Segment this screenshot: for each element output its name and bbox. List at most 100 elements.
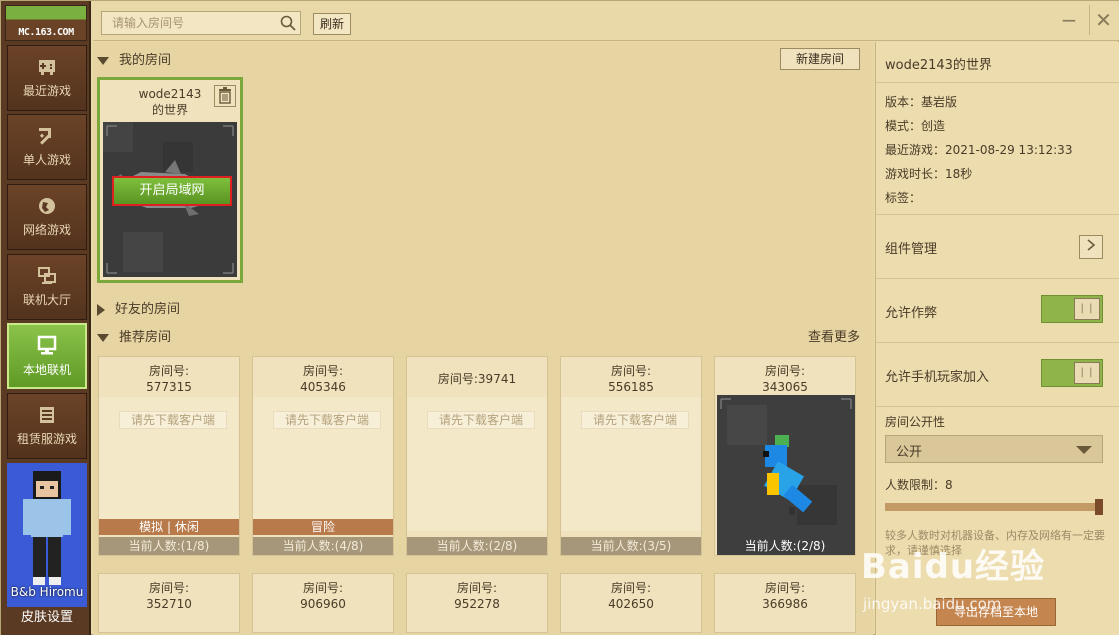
network-icon	[35, 265, 59, 287]
chevron-right-icon[interactable]	[1079, 235, 1103, 259]
player-count: 当前人数:(3/5)	[561, 537, 701, 555]
visibility-value: 公开	[896, 445, 923, 460]
player-count: 当前人数:(4/8)	[253, 537, 393, 555]
search-box	[101, 11, 301, 35]
sidebar-item-rental-server[interactable]: 租赁服游戏	[7, 393, 87, 459]
room-id: 房间号:39741	[437, 372, 517, 386]
download-client-hint: 请先下载客户端	[273, 411, 381, 429]
export-save-button[interactable]: 导出存档至本地	[936, 598, 1056, 626]
section-title: 推荐房间	[119, 330, 172, 345]
player-limit-label: 人数限制：8	[885, 478, 953, 492]
app-window: MC.163.COM 最近游戏 单人游戏 网络游戏 联机大厅 本地联机 租赁服游…	[0, 0, 1119, 635]
room-tag: 模拟 | 休闲	[99, 519, 239, 535]
sidebar-item-single-player[interactable]: 单人游戏	[7, 114, 87, 180]
globe-icon	[35, 195, 59, 217]
gamepad-icon	[35, 56, 59, 78]
room-card[interactable]: 房间号: 556185 请先下载客户端 当前人数:(3/5)	[560, 356, 702, 556]
divider	[876, 278, 1119, 279]
divider	[876, 214, 1119, 215]
sidebar-item-local-lan[interactable]: 本地联机	[7, 323, 87, 389]
download-client-hint: 请先下载客户端	[427, 411, 535, 429]
new-room-button[interactable]: 新建房间	[780, 48, 860, 70]
monitor-icon	[35, 335, 59, 357]
download-client-hint: 请先下载客户端	[119, 411, 227, 429]
room-card[interactable]: 房间号:39741 请先下载客户端 当前人数:(2/8)	[406, 356, 548, 556]
skin-preview[interactable]: B&b Hiromu 皮肤设置	[7, 463, 87, 629]
room-id: 房间号: 577315	[146, 364, 192, 394]
room-id: 房间号: 343065	[762, 364, 808, 394]
room-play-time: 游戏时长：18秒	[885, 167, 973, 181]
slider-track	[885, 503, 1103, 511]
sidebar-item-lobby[interactable]: 联机大厅	[7, 254, 87, 320]
sidebar: MC.163.COM 最近游戏 单人游戏 网络游戏 联机大厅 本地联机 租赁服游…	[1, 1, 91, 635]
room-title: wode2143的世界	[885, 58, 992, 73]
room-id: 房间号: 402650	[608, 581, 654, 611]
player-count: 当前人数:(1/8)	[99, 537, 239, 555]
room-card[interactable]: 房间号: 352710	[98, 573, 240, 633]
room-tags: 标签：	[885, 191, 922, 205]
room-id: 房间号: 906960	[300, 581, 346, 611]
divider	[876, 82, 1119, 83]
room-id: 房间号: 366986	[762, 581, 808, 611]
recommended-rooms-header[interactable]: 推荐房间	[97, 326, 171, 345]
allow-mobile-toggle[interactable]: | |	[1041, 359, 1103, 387]
components-label: 组件管理	[885, 242, 938, 257]
room-card[interactable]: 房间号: 952278	[406, 573, 548, 633]
top-bar: 刷新 − ✕	[93, 1, 1119, 41]
sidebar-item-label: 最近游戏	[22, 84, 71, 98]
room-card[interactable]: 房间号: 343065 当前人数:(2/8)	[714, 356, 856, 556]
room-card[interactable]: 房间号: 402650	[560, 573, 702, 633]
sidebar-item-label: 本地联机	[22, 363, 71, 377]
my-room-card[interactable]: wode2143 的世界 开启局域网	[97, 77, 243, 283]
my-rooms-header[interactable]: 我的房间	[97, 49, 171, 68]
close-button[interactable]: ✕	[1089, 5, 1117, 35]
player-count: 当前人数:(2/8)	[407, 537, 547, 555]
allow-cheats-toggle[interactable]: | |	[1041, 295, 1103, 323]
room-thumbnail	[717, 395, 855, 555]
player-limit-slider[interactable]	[885, 499, 1103, 515]
room-card[interactable]: 房间号: 906960	[252, 573, 394, 633]
room-mode: 模式：创造	[885, 119, 946, 133]
room-card[interactable]: 房间号: 405346 请先下载客户端 冒险 当前人数:(4/8)	[252, 356, 394, 556]
sidebar-item-label: 租赁服游戏	[16, 432, 77, 446]
room-detail-panel: wode2143的世界 版本：基岩版 模式：创造 最近游戏：2021-08-29…	[875, 42, 1119, 635]
download-client-hint: 请先下载客户端	[581, 411, 689, 429]
toggle-knob: | |	[1074, 362, 1100, 384]
allow-mobile-label: 允许手机玩家加入	[885, 370, 990, 385]
search-input[interactable]	[102, 12, 272, 34]
visibility-label: 房间公开性	[885, 415, 946, 429]
search-icon[interactable]	[280, 15, 296, 31]
brand-logo: MC.163.COM	[5, 5, 87, 41]
list-icon	[35, 404, 59, 426]
room-last-played: 最近游戏：2021-08-29 13:12:33	[885, 143, 1073, 157]
collapse-arrow-icon	[97, 333, 109, 342]
view-more-link[interactable]: 查看更多	[808, 326, 860, 345]
skin-nickname: B&b Hiromu	[10, 585, 84, 599]
sidebar-item-recent[interactable]: 最近游戏	[7, 45, 87, 111]
slider-handle[interactable]	[1095, 499, 1103, 515]
start-lan-button[interactable]: 开启局域网	[112, 176, 232, 206]
trash-icon[interactable]	[214, 85, 236, 107]
sidebar-item-label: 网络游戏	[22, 223, 71, 237]
minimize-button[interactable]: −	[1055, 5, 1083, 35]
skin-settings-button[interactable]: 皮肤设置	[7, 607, 87, 629]
room-id: 房间号: 556185	[608, 364, 654, 394]
sidebar-item-label: 联机大厅	[22, 293, 71, 307]
allow-cheats-label: 允许作弊	[885, 306, 938, 321]
pickaxe-icon	[35, 125, 59, 147]
divider	[876, 342, 1119, 343]
player-count: 当前人数:(2/8)	[744, 539, 826, 553]
room-id: 房间号: 952278	[454, 581, 500, 611]
room-card[interactable]: 房间号: 577315 请先下载客户端 模拟 | 休闲 当前人数:(1/8)	[98, 356, 240, 556]
room-card[interactable]: 房间号: 366986	[714, 573, 856, 633]
refresh-button[interactable]: 刷新	[313, 13, 351, 35]
room-version: 版本：基岩版	[885, 95, 958, 109]
visibility-select[interactable]: 公开	[885, 435, 1103, 463]
sidebar-item-online[interactable]: 网络游戏	[7, 184, 87, 250]
section-title: 我的房间	[119, 53, 172, 68]
room-id: 房间号: 352710	[146, 581, 192, 611]
window-controls: − ✕	[1049, 5, 1119, 39]
divider	[876, 406, 1119, 407]
player-limit-hint: 较多人数时对机器设备、内存及网络有一定要求，请谨慎选择	[885, 529, 1105, 557]
friends-rooms-header[interactable]: 好友的房间	[97, 298, 180, 317]
